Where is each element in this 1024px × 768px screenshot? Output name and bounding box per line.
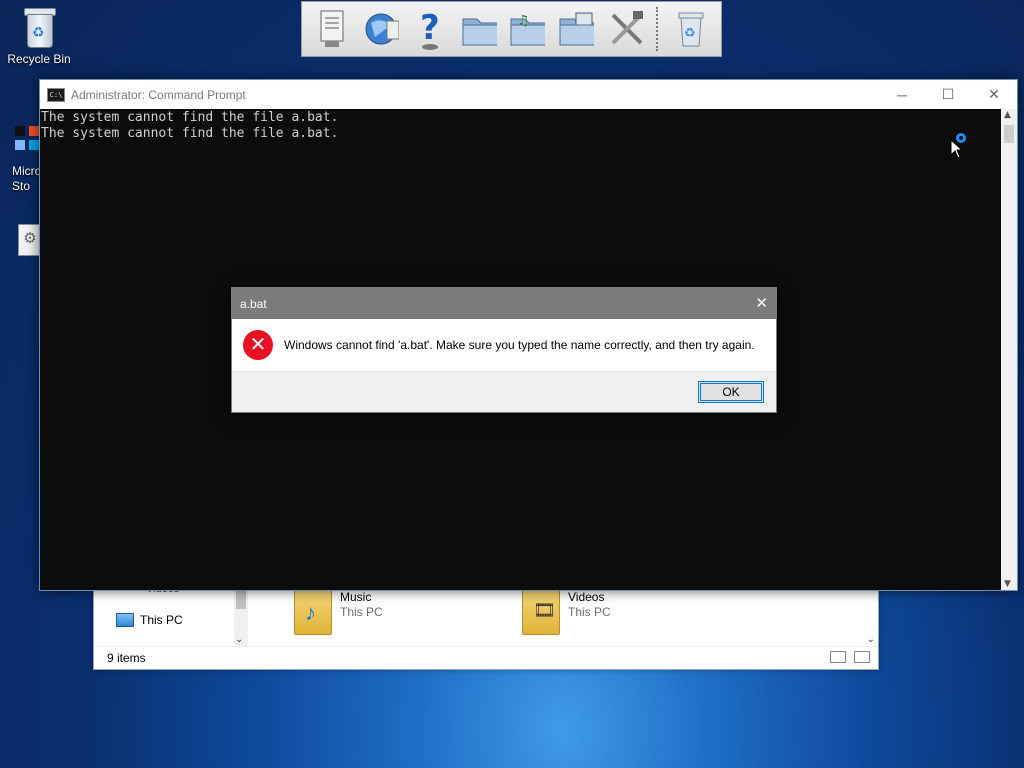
dialog-close-button[interactable]: ✕: [755, 294, 768, 312]
busy-spinner-icon: [956, 133, 966, 143]
pictures-folder-icon[interactable]: [558, 7, 595, 51]
ok-button[interactable]: OK: [698, 381, 764, 403]
help-icon[interactable]: ?: [412, 7, 448, 51]
computer-icon: [116, 613, 134, 627]
maximize-button[interactable]: ☐: [925, 80, 971, 109]
cmd-icon: C:\: [47, 87, 65, 102]
cmd-title: Command Prompt: [148, 87, 246, 102]
item-location: This PC: [568, 605, 611, 619]
close-button[interactable]: ✕: [971, 80, 1017, 109]
scrollbar-thumb[interactable]: [1004, 125, 1014, 143]
console-line: The system cannot find the file a.bat.: [41, 110, 339, 125]
recycle-bin-desktop-icon[interactable]: ♻ Recycle Bin: [6, 6, 72, 66]
chevron-down-icon[interactable]: ▼: [1004, 579, 1011, 589]
status-bar: 9 items: [94, 646, 878, 669]
recycle-bin-label: Recycle Bin: [7, 52, 71, 66]
videos-folder-icon: 🎞: [522, 589, 560, 635]
music-folder-icon: ♪: [294, 589, 332, 635]
nav-this-pc[interactable]: This PC: [116, 613, 183, 627]
tools-icon[interactable]: [607, 7, 643, 51]
folder-item-music[interactable]: ♪ Music This PC: [294, 589, 383, 635]
large-icons-view-icon[interactable]: [854, 651, 870, 663]
dialog-title-bar[interactable]: a.bat ✕: [232, 288, 776, 319]
globe-icon[interactable]: [363, 7, 400, 51]
svg-text:♫: ♫: [517, 13, 530, 29]
details-view-icon[interactable]: [830, 651, 846, 663]
item-count: 9 items: [107, 651, 146, 665]
item-name: Videos: [568, 590, 605, 604]
music-folder-icon[interactable]: ♫: [509, 7, 546, 51]
svg-text:?: ?: [420, 8, 440, 48]
minimize-button[interactable]: ─: [879, 80, 925, 109]
chevron-up-icon[interactable]: ▲: [1004, 110, 1011, 120]
item-location: This PC: [340, 605, 383, 619]
microsoft-store-label: Micro Sto: [12, 164, 42, 193]
gear-icon: ⚙: [23, 230, 37, 247]
chevron-down-icon[interactable]: ⌄: [867, 634, 875, 645]
file-explorer-window: Videos This PC ⌄ ♪ Music This PC 🎞 Video…: [93, 580, 879, 670]
nav-this-pc-label: This PC: [140, 613, 183, 627]
error-icon: ✕: [243, 330, 273, 360]
console-scrollbar[interactable]: ▲ ▼: [1001, 109, 1017, 590]
microsoft-store-icon: [12, 124, 39, 150]
folder-item-videos[interactable]: 🎞 Videos This PC: [522, 589, 611, 635]
folder-icon[interactable]: [461, 7, 497, 51]
cmd-title-bar[interactable]: C:\ Administrator: Command Prompt ─ ☐ ✕: [40, 80, 1017, 109]
recycle-bin-icon: ♻: [22, 6, 56, 48]
notepad-icon[interactable]: [314, 7, 350, 51]
recycle-bin-icon[interactable]: ♻: [673, 7, 709, 51]
error-dialog: a.bat ✕ ✕ Windows cannot find 'a.bat'. M…: [231, 287, 777, 413]
dialog-message: Windows cannot find 'a.bat'. Make sure y…: [284, 338, 755, 352]
svg-text:♻: ♻: [684, 26, 696, 41]
console-line: The system cannot find the file a.bat.: [41, 126, 339, 141]
cmd-title-prefix: Administrator:: [71, 87, 146, 102]
item-name: Music: [340, 590, 372, 604]
quick-launch-toolbar: ? ♫ ♻: [301, 1, 722, 57]
toolbar-separator: [655, 7, 660, 51]
dialog-title: a.bat: [240, 296, 267, 311]
chevron-down-icon[interactable]: ⌄: [235, 634, 243, 645]
